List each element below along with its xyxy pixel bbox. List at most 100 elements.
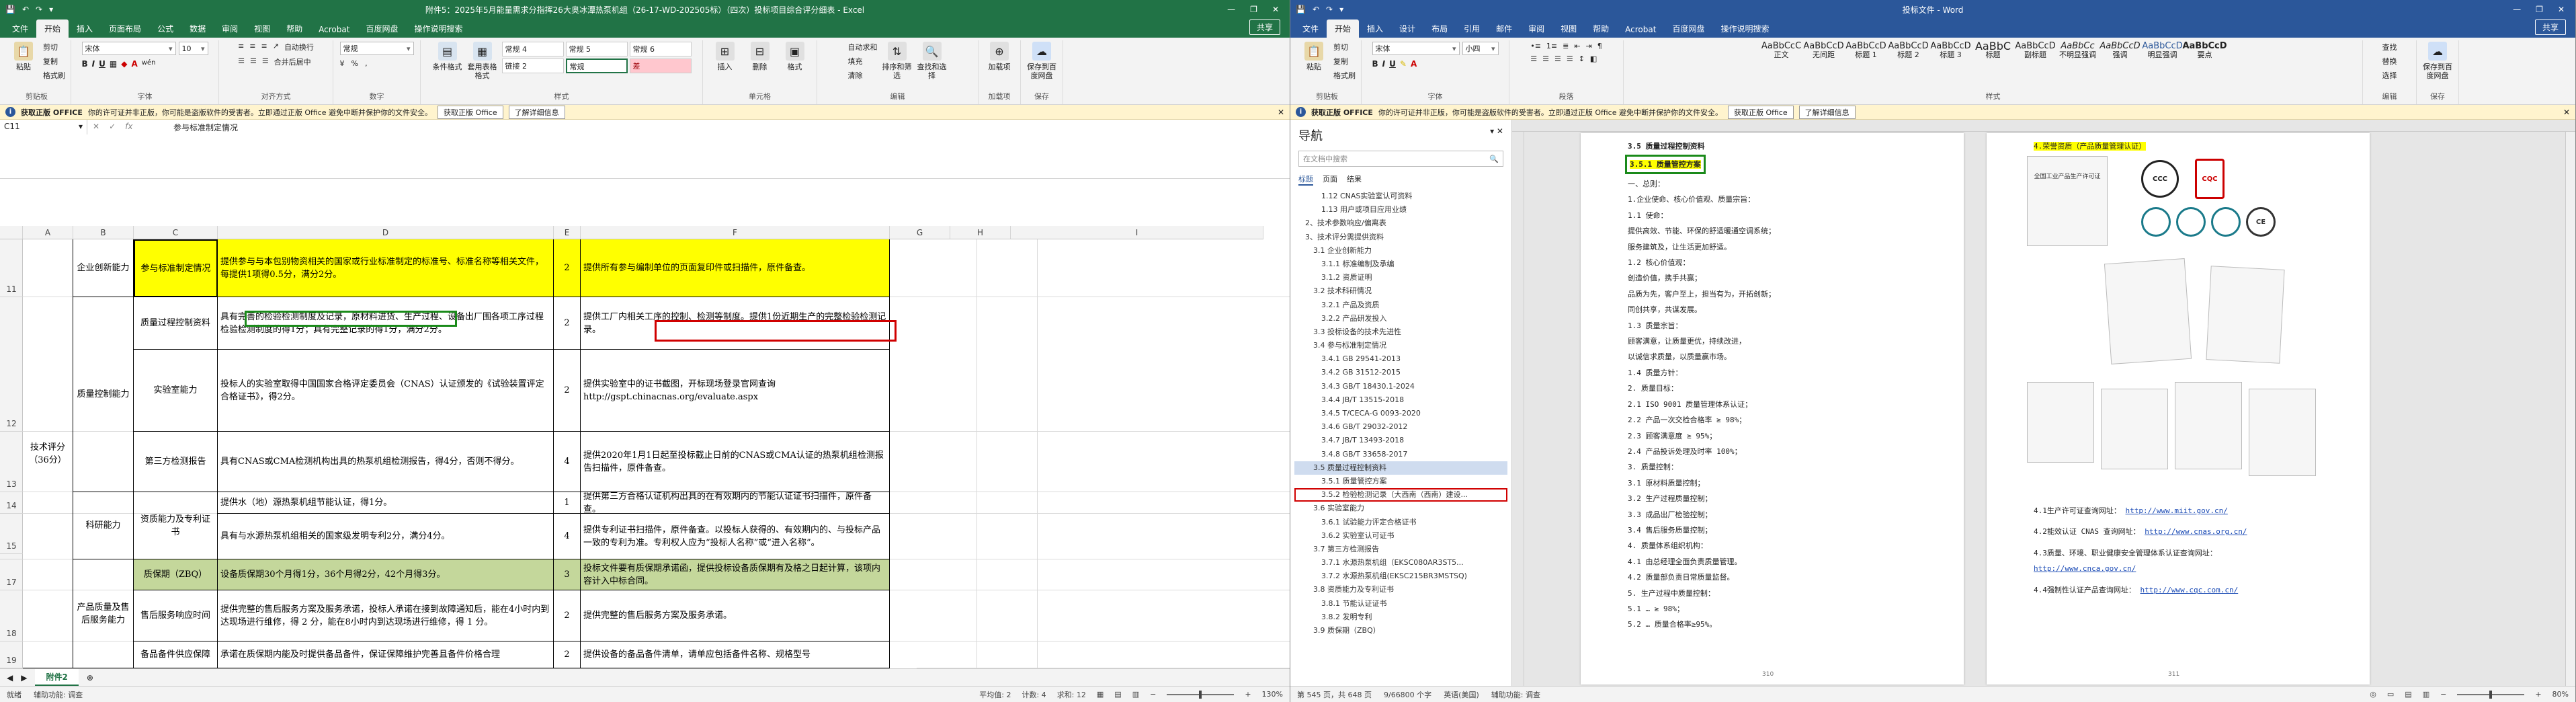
page-break-view-icon[interactable]: ▥ [1132, 690, 1139, 699]
style-heading-2[interactable]: AaBbCcD 标题 2 [1888, 42, 1928, 59]
align-left-icon[interactable]: ☰ [238, 56, 245, 67]
column-header-F[interactable]: F [581, 226, 890, 239]
zoom-in-icon[interactable]: + [2535, 690, 2541, 699]
cell-research[interactable]: 科研能力 [73, 492, 134, 559]
style-heading-3[interactable]: AaBbCcD 标题 3 [1930, 42, 1970, 59]
vertical-ruler[interactable] [1512, 132, 1524, 686]
redo-icon[interactable]: ↷ [36, 5, 42, 14]
nav-heading-item[interactable]: 3.4.5 T/CECA-G 0093-2020 [1294, 407, 1507, 420]
cell-d11[interactable]: 提供参与与本包别物资相关的国家或行业标准制定的标准号、标准名称等相关文件，每提供… [218, 239, 554, 297]
sort-filter-button[interactable]: ⇅ 排序和筛选 [882, 42, 913, 80]
link-url-2[interactable]: http://www.cnas.org.cn/ [2145, 527, 2247, 536]
italic-button[interactable]: I [92, 59, 95, 69]
page-heading-honors[interactable]: 4.荣誉资质（产品质量管理认证） [2034, 139, 2147, 154]
customize-qat-icon[interactable]: ▾ [1339, 5, 1343, 14]
shading-icon[interactable]: ◧ [1590, 54, 1597, 63]
save-icon[interactable]: 💾 [1296, 5, 1306, 14]
tab-help[interactable]: 帮助 [1585, 20, 1617, 38]
cell-d19[interactable]: 承诺在质保期内能及时提供备品备件，保证保障维护完善且备件价格合理 [218, 641, 554, 668]
nav-tab-results[interactable]: 结果 [1347, 173, 1362, 186]
find-button[interactable]: 查找 [2382, 42, 2397, 52]
word-count[interactable]: 9/66800 个字 [1384, 689, 1431, 700]
sheet-tab-active[interactable]: 附件2 [35, 669, 79, 686]
cell-d14[interactable]: 提供水（地）源热泵机组节能认证，得1分。 [218, 492, 554, 514]
comma-button[interactable]: ‚ [365, 59, 368, 68]
nav-heading-item[interactable]: 3.4.3 GB/T 18430.1-2024 [1294, 380, 1507, 393]
addins-button[interactable]: ⊕ 加载项 [984, 42, 1015, 71]
language[interactable]: 英语(美国) [1444, 689, 1479, 700]
close-icon[interactable]: ✕ [2563, 108, 2570, 117]
align-center-icon[interactable]: ☰ [1542, 54, 1549, 63]
nav-heading-item[interactable]: 3.8.1 节能认证证书 [1294, 597, 1507, 611]
cell-d13[interactable]: 具有CNAS或CMA检测机构出具的热泵机组检测报告，得4分，否则不得分。 [218, 432, 554, 492]
multilevel-icon[interactable]: ≣ [1563, 42, 1569, 50]
nav-heading-item[interactable]: 3.2.2 产品研发投入 [1294, 312, 1507, 325]
nav-tab-headings[interactable]: 标题 [1298, 173, 1313, 186]
column-header-G[interactable]: G [890, 226, 950, 239]
style-intense-emphasis[interactable]: AaBbCcD 明显强调 [2142, 42, 2182, 59]
nav-heading-item[interactable]: 3.4.4 JB/T 13515-2018 [1294, 393, 1507, 407]
sheet-nav-next-icon[interactable]: ▶ [21, 673, 27, 682]
bullets-icon[interactable]: •≡ [1530, 42, 1541, 50]
page-heading-3-5-1-boxed[interactable]: 3.5.1 质量管控方案 [1625, 155, 1706, 175]
zoom-level[interactable]: 130% [1262, 690, 1283, 699]
cell-e19[interactable]: 2 [554, 641, 581, 668]
customize-qat-icon[interactable]: ▾ [49, 5, 53, 14]
delete-cells-button[interactable]: ⊟ 删除 [745, 42, 776, 71]
cell-e14[interactable]: 1 [554, 492, 581, 514]
style-title[interactable]: AaBbC 标题 [1973, 41, 2013, 60]
cell-f17[interactable]: 投标文件要有质保期承诺函，提供投标设备质保期有及格之日起计算，该项内容计入中标合… [581, 559, 890, 590]
link-url-3[interactable]: http://www.cnca.gov.cn/ [2034, 564, 2136, 573]
tab-layout[interactable]: 布局 [1423, 20, 1456, 38]
tab-data[interactable]: 数据 [181, 20, 214, 38]
align-center-icon[interactable]: ☰ [250, 56, 257, 67]
nav-heading-item[interactable]: 3.6 实验室能力 [1294, 502, 1507, 515]
fx-icon[interactable]: fx [125, 122, 132, 132]
cell-d18[interactable]: 提供完整的售后服务方案及服务承诺，投标人承诺在接到故障通知后，能在4小时内到达现… [218, 590, 554, 641]
save-to-baidu-button[interactable]: ☁ 保存到百度网盘 [2422, 42, 2453, 80]
style-strong[interactable]: AaBbCcD 要点 [2182, 42, 2227, 59]
zoom-slider[interactable] [1167, 690, 1235, 699]
row-header-12[interactable]: 12 [0, 297, 23, 432]
font-color-button[interactable]: A [131, 59, 137, 69]
column-header-E[interactable]: E [554, 226, 581, 239]
nav-heading-item[interactable]: 3.8.2 发明专利 [1294, 611, 1507, 624]
cell-innovation[interactable]: 企业创新能力 [73, 239, 134, 297]
redo-icon[interactable]: ↷ [1326, 5, 1333, 14]
cell-e13[interactable]: 4 [554, 432, 581, 492]
style-subtle-emphasis[interactable]: AaBbCc 不明显强调 [2058, 42, 2098, 59]
minimize-button[interactable]: — [1227, 5, 1235, 14]
row-header-11[interactable]: 11 [0, 239, 23, 297]
cell-e11[interactable]: 2 [554, 239, 581, 297]
cell-f13[interactable]: 提供2020年1月1日起至投标截止日前的CNAS或CMA认证的热泵机组检测报告扫… [581, 432, 890, 492]
row-header-19[interactable]: 19 [0, 641, 23, 668]
restore-button[interactable]: ❐ [2536, 5, 2543, 14]
decrease-indent-icon[interactable]: ⇤ [1574, 42, 1580, 50]
nav-tab-pages[interactable]: 页面 [1323, 173, 1337, 186]
tab-formulas[interactable]: 公式 [149, 20, 181, 38]
tab-view[interactable]: 视图 [246, 20, 278, 38]
italic-button[interactable]: I [1382, 59, 1385, 69]
nav-heading-item[interactable]: 3.4.1 GB 29541-2013 [1294, 352, 1507, 366]
cell-c17[interactable]: 质保期（ZBQ） [134, 559, 218, 590]
show-marks-icon[interactable]: ¶ [1597, 42, 1602, 50]
close-button[interactable]: ✕ [2558, 5, 2565, 14]
align-top-icon[interactable]: ≡ [238, 42, 244, 52]
column-header-B[interactable]: B [73, 226, 134, 239]
tab-page-layout[interactable]: 页面布局 [101, 20, 149, 38]
web-layout-icon[interactable]: ▥ [2423, 690, 2429, 699]
cell-tech-score[interactable]: 技术评分（36分） [23, 239, 73, 668]
style-normal[interactable]: AaBbCcC 正文 [1761, 42, 1802, 59]
horizontal-ruler[interactable] [1512, 120, 2575, 132]
nav-heading-item[interactable]: 3.2.1 产品及资质 [1294, 299, 1507, 312]
learn-more-button[interactable]: 了解详细信息 [508, 105, 565, 119]
document-page-right[interactable]: 4.荣誉资质（产品质量管理认证） 全国工业产品生产许可证 CCC CQC CE … [1987, 133, 2370, 685]
format-cells-button[interactable]: ▣ 格式 [780, 42, 811, 71]
nav-heading-item[interactable]: 3.2 技术科研情况 [1294, 284, 1507, 298]
wrap-text-button[interactable]: 自动换行 [284, 42, 314, 52]
tab-design[interactable]: 设计 [1391, 20, 1423, 38]
font-size-combo[interactable]: 小四 [1462, 42, 1499, 55]
get-genuine-button[interactable]: 获取正版 Office [438, 105, 503, 119]
replace-button[interactable]: 替换 [2382, 56, 2397, 67]
underline-button[interactable]: U [99, 59, 106, 69]
